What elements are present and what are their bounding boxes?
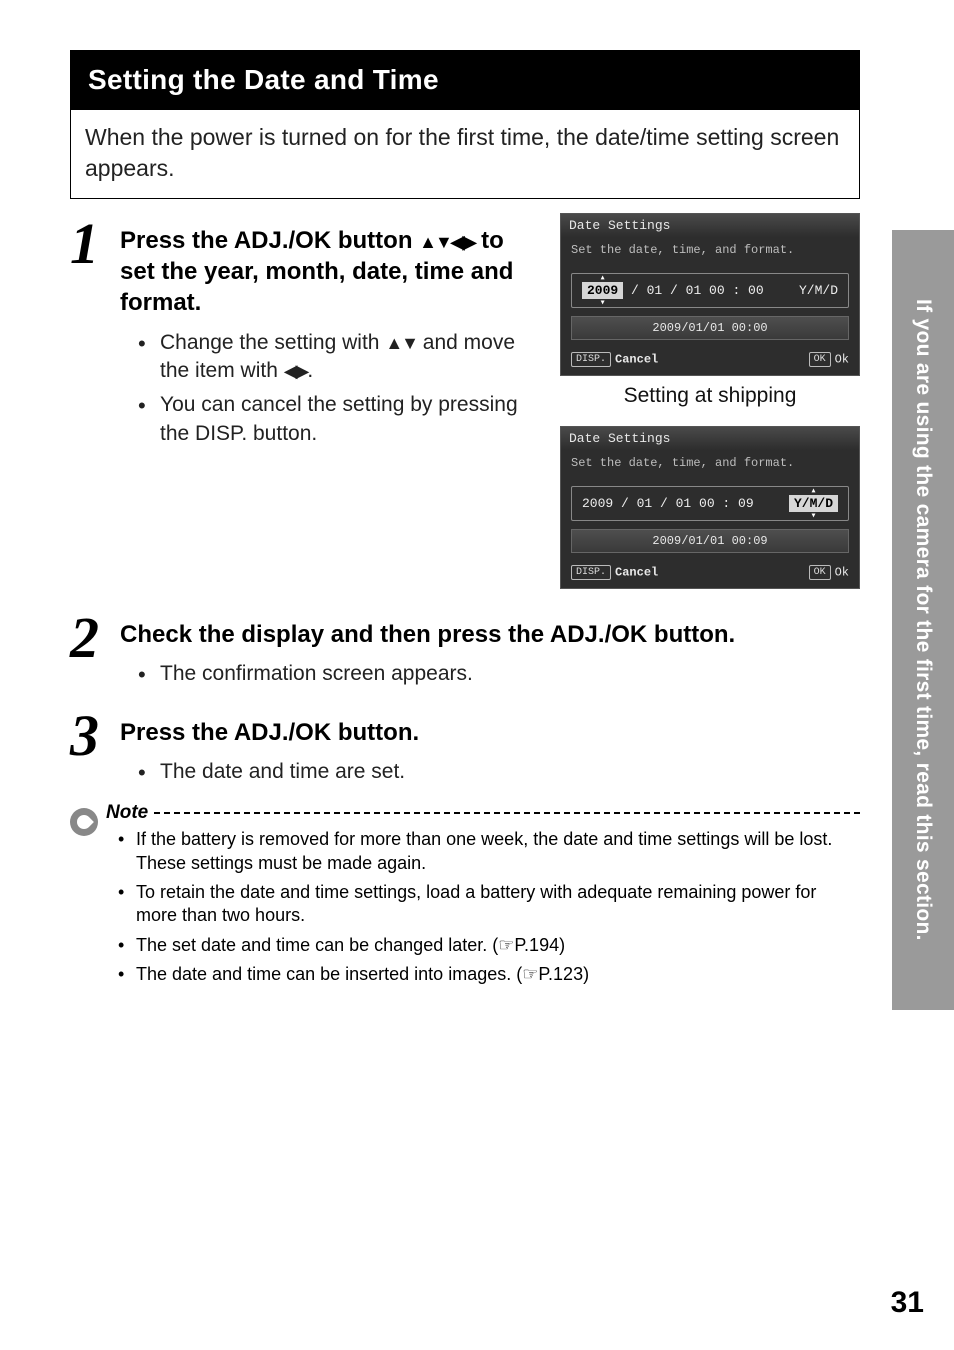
step-2: 2 Check the display and then press the A… xyxy=(70,607,860,695)
s1b1a: Change the setting with xyxy=(160,331,385,354)
step-3: 3 Press the ADJ./OK button. The date and… xyxy=(70,705,860,793)
intro-box: When the power is turned on for the firs… xyxy=(70,110,860,199)
lcd2-disp-chip: DISP. xyxy=(571,565,611,580)
note-label: Note xyxy=(106,802,148,824)
lcd1-ok-chip: OK xyxy=(809,352,831,367)
step-1-bullet-2: You can cancel the setting by pressing t… xyxy=(138,391,536,448)
updown-icon: ▲▼ xyxy=(385,333,417,353)
dpad-icon: ▲▼◀▶ xyxy=(419,232,474,252)
content: Setting the Date and Time When the power… xyxy=(70,50,860,993)
page-number: 31 xyxy=(891,1286,924,1320)
lcd2-format-selected: Y/M/D xyxy=(789,495,838,512)
step-2-heading: Check the display and then press the ADJ… xyxy=(120,619,860,650)
step-3-bullets: The date and time are set. xyxy=(138,758,860,786)
note-item-2: To retain the date and time settings, lo… xyxy=(118,881,860,928)
lcd1-subtitle: Set the date, time, and format. xyxy=(561,237,859,267)
step-1-head-a: Press the ADJ./OK button xyxy=(120,227,419,254)
side-tab-text: If you are using the camera for the firs… xyxy=(911,299,935,941)
step-3-heading: Press the ADJ./OK button. xyxy=(120,717,860,748)
lcd2-ok: Ok xyxy=(835,566,849,580)
note-dashes xyxy=(154,812,860,814)
lcd1-rest: / 01 / 01 00 : 00 xyxy=(631,283,764,298)
note-title-row: Note xyxy=(106,802,860,824)
lcd2-footer: DISP. Cancel OK Ok xyxy=(561,561,859,588)
lcd2-ok-chip: OK xyxy=(809,565,831,580)
lcd2-date: 2009 / 01 / 01 00 : 09 xyxy=(582,496,754,511)
lcd1-preview: 2009/01/01 00:00 xyxy=(571,316,849,340)
step-3-bullet-1: The date and time are set. xyxy=(138,758,860,786)
step-2-number: 2 xyxy=(70,615,110,695)
lcd-screens: Date Settings Set the date, time, and fo… xyxy=(560,213,860,597)
s1b1c: . xyxy=(307,359,313,382)
step-1-bullet-1: Change the setting with ▲▼ and move the … xyxy=(138,329,536,386)
lcd2-cancel: Cancel xyxy=(615,566,658,580)
lcd2-title: Date Settings xyxy=(561,427,859,450)
step-1-number: 1 xyxy=(70,221,110,597)
page: If you are using the camera for the firs… xyxy=(0,0,954,1350)
lcd1-cancel: Cancel xyxy=(615,353,658,367)
lcd1-year-selected: 2009 xyxy=(582,282,623,299)
lcd1-ok: Ok xyxy=(835,353,849,367)
lcd-screen-2: Date Settings Set the date, time, and fo… xyxy=(560,426,860,589)
leftright-icon: ◀▶ xyxy=(284,361,308,381)
note-list: If the battery is removed for more than … xyxy=(118,828,860,986)
step-1-heading: Press the ADJ./OK button ▲▼◀▶ to set the… xyxy=(120,225,536,319)
lcd-screen-1: Date Settings Set the date, time, and fo… xyxy=(560,213,860,376)
lcd2-subtitle: Set the date, time, and format. xyxy=(561,450,859,480)
note-block: Note If the battery is removed for more … xyxy=(70,802,860,992)
step-3-number: 3 xyxy=(70,713,110,793)
step-2-bullet-1: The confirmation screen appears. xyxy=(138,660,860,688)
step-1-text: Press the ADJ./OK button ▲▼◀▶ to set the… xyxy=(120,213,536,597)
note-item-3: The set date and time can be changed lat… xyxy=(118,934,860,957)
step-1: 1 Press the ADJ./OK button ▲▼◀▶ to set t… xyxy=(70,213,860,597)
section-side-tab: If you are using the camera for the firs… xyxy=(892,230,954,1010)
lcd2-fields: 2009 / 01 / 01 00 : 09 Y/M/D xyxy=(571,486,849,521)
lcd1-disp-chip: DISP. xyxy=(571,352,611,367)
lcd2-preview: 2009/01/01 00:09 xyxy=(571,529,849,553)
lcd1-caption: Setting at shipping xyxy=(560,384,860,408)
lcd1-format: Y/M/D xyxy=(799,283,838,298)
step-1-bullets: Change the setting with ▲▼ and move the … xyxy=(138,329,536,448)
note-icon xyxy=(70,808,98,836)
note-item-4: The date and time can be inserted into i… xyxy=(118,963,860,986)
intro-text: When the power is turned on for the firs… xyxy=(85,124,839,181)
step-2-bullets: The confirmation screen appears. xyxy=(138,660,860,688)
lcd1-title: Date Settings xyxy=(561,214,859,237)
section-title: Setting the Date and Time xyxy=(70,50,860,110)
lcd1-footer: DISP. Cancel OK Ok xyxy=(561,348,859,375)
lcd1-fields: 2009 / 01 / 01 00 : 00 Y/M/D xyxy=(571,273,849,308)
note-item-1: If the battery is removed for more than … xyxy=(118,828,860,875)
title-text: Setting the Date and Time xyxy=(88,64,439,95)
